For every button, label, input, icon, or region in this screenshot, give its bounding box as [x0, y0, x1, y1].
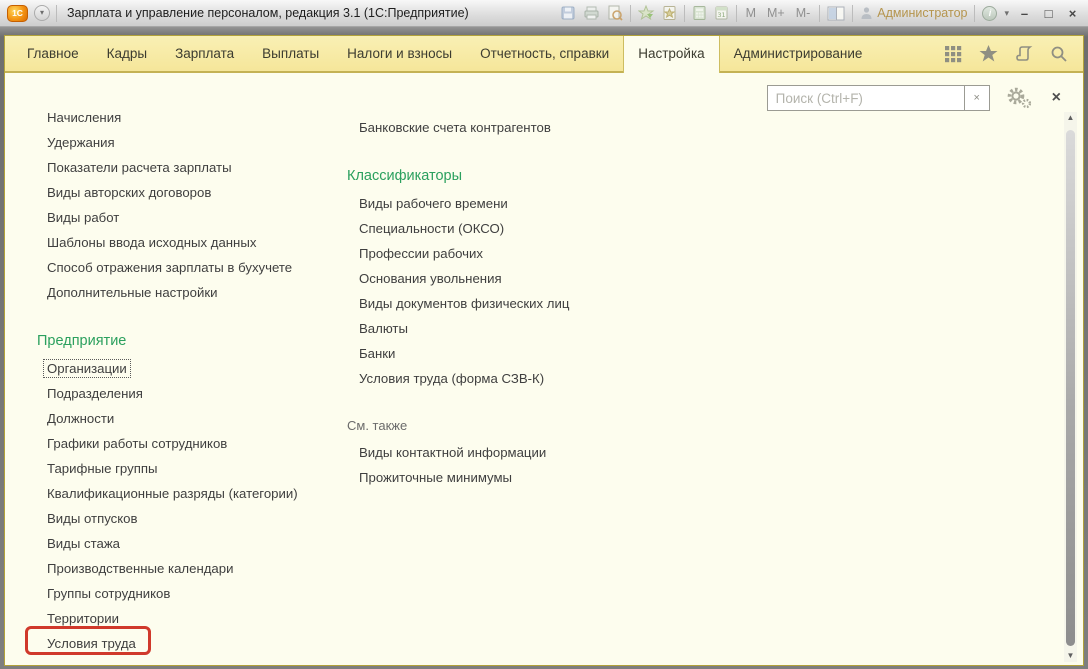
nav-link[interactable]: Группы сотрудников — [47, 581, 170, 606]
split-window-icon[interactable] — [827, 6, 845, 21]
nav-link[interactable]: Основания увольнения — [359, 266, 502, 291]
nav-link[interactable]: Удержания — [47, 130, 115, 155]
print-icon[interactable] — [583, 5, 600, 21]
nav-link[interactable]: Территории — [47, 606, 119, 631]
panel-search-row: × × — [766, 85, 1061, 111]
nav-link[interactable]: Условия труда (форма СЗВ-К) — [359, 366, 544, 391]
separator — [852, 4, 854, 22]
nav-link[interactable]: Виды контактной информации — [359, 440, 546, 465]
tabs: Главное Кадры Зарплата Выплаты Налоги и взно… — [13, 36, 877, 73]
save-icon[interactable] — [560, 5, 576, 21]
nav-link[interactable]: Условия труда — [25, 626, 151, 656]
1c-logo-icon: 1С — [7, 4, 28, 22]
tabbar-tools — [943, 36, 1083, 71]
calendar-icon[interactable]: 31 — [714, 5, 729, 21]
titlebar-toolbar: 31 M M+ M- Администратор i ▾ – □ × — [560, 4, 1081, 22]
search-field-group: × — [766, 85, 990, 111]
title-bar: 1С ▾ Зарплата и управление персоналом, р… — [0, 0, 1088, 27]
focused-link-text: Организации — [43, 359, 131, 378]
nav-right-column: Банковские счета контрагентов Классификат… — [347, 115, 569, 490]
tab-main[interactable]: Главное — [13, 36, 93, 71]
maximize-button[interactable]: □ — [1040, 6, 1057, 21]
nav-link[interactable]: Организации — [43, 356, 131, 381]
user-icon — [861, 7, 872, 19]
current-user-button[interactable]: Администратор — [860, 6, 967, 20]
memory-plus-button[interactable]: M+ — [765, 6, 787, 20]
nav-link[interactable]: Тарифные группы — [47, 456, 157, 481]
nav-left-column: Начисления Удержания Показатели расчета за… — [25, 105, 298, 656]
search-input[interactable] — [767, 86, 964, 110]
scroll-down-icon[interactable]: ▼ — [1064, 650, 1077, 662]
section-tab-bar: Главное Кадры Зарплата Выплаты Налоги и взно… — [5, 36, 1083, 73]
add-to-favorites-icon[interactable] — [637, 5, 655, 21]
memory-recall-button[interactable]: M — [744, 6, 758, 20]
nav-link[interactable]: Банки — [359, 341, 395, 366]
section-heading: Предприятие — [37, 333, 127, 349]
nav-link[interactable]: Виды документов физических лиц — [359, 291, 569, 316]
tab-staff[interactable]: Кадры — [93, 36, 161, 71]
separator — [683, 4, 685, 22]
favorites-icon[interactable] — [978, 44, 999, 64]
search-clear-button[interactable]: × — [963, 86, 989, 110]
calculator-icon[interactable] — [692, 5, 707, 21]
nav-link[interactable]: Специальности (ОКСО) — [359, 216, 504, 241]
close-button[interactable]: × — [1064, 6, 1081, 21]
separator — [819, 4, 821, 22]
nav-link[interactable]: Начисления — [47, 105, 121, 130]
section-heading: Классификаторы — [347, 168, 463, 184]
nav-link[interactable]: Валюты — [359, 316, 408, 341]
nav-link[interactable]: Производственные календари — [47, 556, 233, 581]
scroll-up-icon[interactable]: ▲ — [1064, 112, 1077, 124]
window-content: Главное Кадры Зарплата Выплаты Налоги и взно… — [4, 35, 1084, 666]
all-functions-icon[interactable] — [943, 44, 963, 64]
minimize-button[interactable]: – — [1016, 6, 1033, 21]
nav-link[interactable]: Должности — [47, 406, 114, 431]
system-menu-button[interactable]: ▾ — [34, 5, 50, 21]
scrollbar-thumb[interactable] — [1066, 130, 1075, 646]
nav-link[interactable]: Виды стажа — [47, 531, 120, 556]
red-highlight-box — [25, 626, 151, 655]
history-icon[interactable] — [1014, 44, 1034, 64]
app-window: 1С ▾ Зарплата и управление персоналом, р… — [0, 0, 1088, 669]
chevron-down-icon[interactable]: ▾ — [1004, 8, 1009, 19]
tab-payments[interactable]: Выплаты — [248, 36, 333, 71]
memory-minus-button[interactable]: M- — [794, 6, 813, 20]
window-title: Зарплата и управление персоналом, редакц… — [67, 6, 469, 20]
nav-link[interactable]: Показатели расчета зарплаты — [47, 155, 232, 180]
user-name: Администратор — [877, 6, 968, 20]
nav-link[interactable]: Способ отражения зарплаты в бухучете — [47, 255, 292, 280]
nav-link[interactable]: Виды работ — [47, 205, 119, 230]
nav-link[interactable]: Шаблоны ввода исходных данных — [47, 230, 256, 255]
nav-link[interactable]: Виды отпусков — [47, 506, 138, 531]
tab-salary[interactable]: Зарплата — [161, 36, 248, 71]
nav-link[interactable]: Прожиточные минимумы — [359, 465, 512, 490]
separator — [56, 4, 57, 22]
nav-link[interactable]: Профессии рабочих — [359, 241, 483, 266]
separator — [629, 4, 631, 22]
global-search-icon[interactable] — [1049, 44, 1069, 64]
nav-link[interactable]: Дополнительные настройки — [47, 280, 217, 305]
nav-link[interactable]: Графики работы сотрудников — [47, 431, 227, 456]
see-also-heading: См. также — [347, 418, 408, 433]
window-frame: Главное Кадры Зарплата Выплаты Налоги и взно… — [0, 27, 1088, 669]
panel-settings-gear-icon[interactable] — [1006, 87, 1032, 109]
nav-link[interactable]: Виды рабочего времени — [359, 191, 508, 216]
tab-administration[interactable]: Администрирование — [720, 36, 877, 71]
tab-taxes[interactable]: Налоги и взносы — [333, 36, 466, 71]
separator — [974, 4, 976, 22]
print-preview-icon[interactable] — [607, 5, 623, 21]
nav-link[interactable]: Подразделения — [47, 381, 143, 406]
separator — [735, 4, 737, 22]
svg-text:31: 31 — [717, 11, 725, 19]
info-icon[interactable]: i — [982, 5, 998, 21]
nav-link[interactable]: Квалификационные разряды (категории) — [47, 481, 298, 506]
panel-close-icon[interactable]: × — [1052, 89, 1061, 107]
settings-panel: × × НачисленияУдержанияПоказатели расчет… — [5, 73, 1083, 665]
favorites-list-icon[interactable] — [662, 5, 677, 21]
nav-link[interactable]: Банковские счета контрагентов — [359, 115, 551, 140]
tab-reports[interactable]: Отчетность, справки — [466, 36, 623, 71]
nav-link[interactable]: Виды авторских договоров — [47, 180, 211, 205]
vertical-scrollbar[interactable]: ▲ ▼ — [1064, 112, 1077, 662]
tab-settings[interactable]: Настройка — [623, 36, 720, 73]
